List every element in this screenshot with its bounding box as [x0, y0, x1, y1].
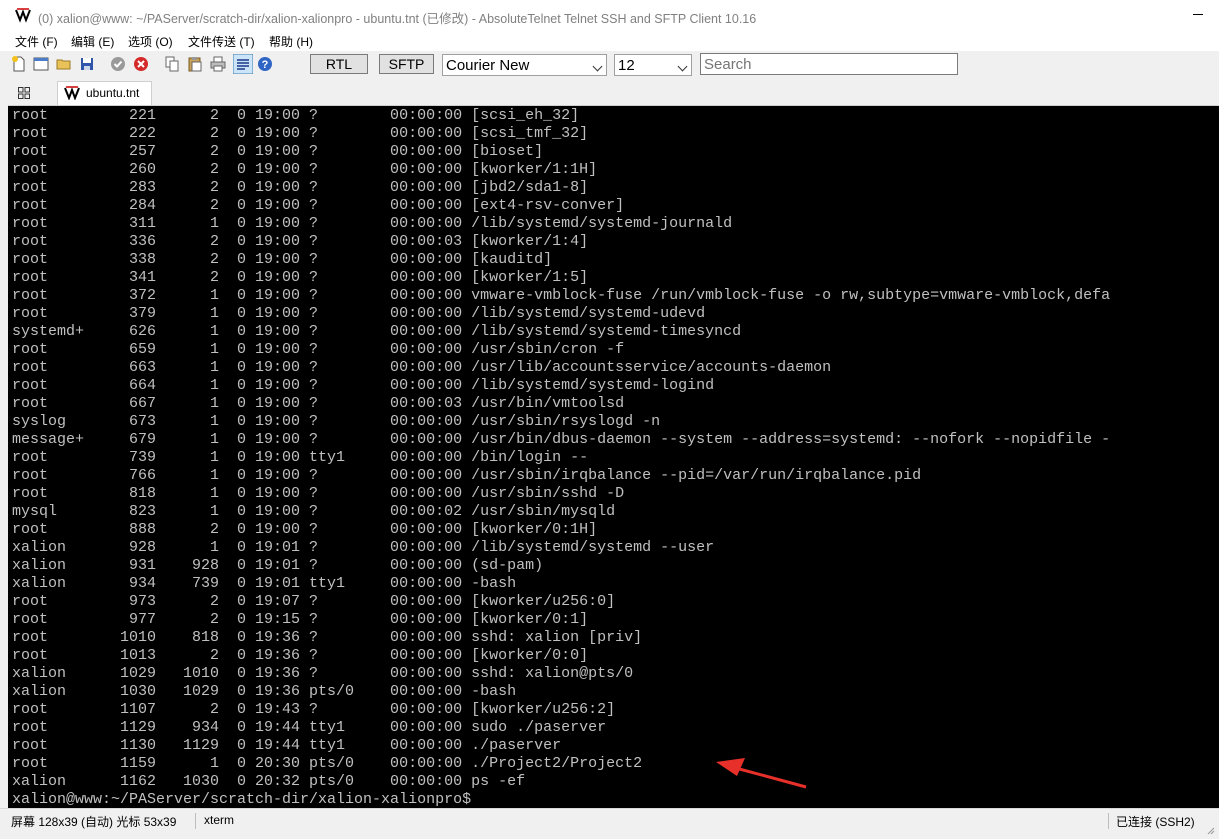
title-bar[interactable]: (0) xalion@www: ~/PAServer/scratch-dir/x… — [0, 0, 1219, 31]
terminal-line: root 336 2 0 19:00 ? 00:00:03 [kworker/1… — [12, 233, 589, 250]
terminal-line: root 379 1 0 19:00 ? 00:00:00 /lib/syste… — [12, 305, 706, 322]
resize-grip-icon[interactable] — [1205, 825, 1215, 835]
terminal-line: root 338 2 0 19:00 ? 00:00:00 [kauditd] — [12, 251, 553, 268]
menu-edit[interactable]: 编辑 (E) — [71, 33, 114, 50]
terminal-line: root 221 2 0 19:00 ? 00:00:00 [scsi_eh_3… — [12, 107, 580, 124]
terminal-line: root 1130 1129 0 19:44 tty1 00:00:00 ./p… — [12, 737, 562, 754]
menu-transfer[interactable]: 文件传送 (T) — [188, 33, 255, 50]
terminal-line: root 977 2 0 19:15 ? 00:00:00 [kworker/0… — [12, 611, 589, 628]
tab-bar: ubuntu.tnt — [0, 81, 1219, 106]
connection-status: 已连接 (SSH2) — [1116, 815, 1195, 829]
status-bar: 屏幕 128x39 (自动) 光标 53x39 xterm 已连接 (SSH2) — [0, 808, 1219, 839]
terminal-line: message+ 679 1 0 19:00 ? 00:00:00 /usr/b… — [12, 431, 1111, 448]
minimize-icon[interactable] — [1193, 14, 1203, 15]
terminal-line: xalion 1162 1030 0 20:32 pts/0 00:00:00 … — [12, 773, 526, 790]
menu-options[interactable]: 选项 (O) — [128, 33, 173, 50]
terminal-line: root 260 2 0 19:00 ? 00:00:00 [kworker/1… — [12, 161, 598, 178]
terminal-line: root 257 2 0 19:00 ? 00:00:00 [bioset] — [12, 143, 544, 160]
tab-ubuntu[interactable]: ubuntu.tnt — [57, 81, 152, 105]
terminal-line: root 372 1 0 19:00 ? 00:00:00 vmware-vmb… — [12, 287, 1111, 304]
terminal-output: root 221 2 0 19:00 ? 00:00:00 [scsi_eh_3… — [12, 107, 1110, 808]
terminal-line: xalion 1030 1029 0 19:36 pts/0 00:00:00 … — [12, 683, 517, 700]
sftp-button[interactable]: SFTP — [379, 54, 434, 74]
svg-text:?: ? — [262, 59, 269, 71]
app-logo-icon — [14, 7, 32, 23]
copy-icon[interactable] — [164, 56, 180, 72]
terminal-line: root 667 1 0 19:00 ? 00:00:03 /usr/bin/v… — [12, 395, 625, 412]
terminal-line: xalion 1029 1010 0 19:36 ? 00:00:00 sshd… — [12, 665, 634, 682]
terminal-line: root 283 2 0 19:00 ? 00:00:00 [jbd2/sda1… — [12, 179, 589, 196]
font-name-value: Courier New — [446, 57, 530, 74]
screen-info: 屏幕 128x39 (自动) 光标 53x39 — [11, 815, 177, 829]
status-divider — [1108, 813, 1109, 829]
save-icon[interactable] — [79, 56, 95, 72]
terminal-line: xalion 931 928 0 19:01 ? 00:00:00 (sd-pa… — [12, 557, 544, 574]
terminal-line: root 818 1 0 19:00 ? 00:00:00 /usr/sbin/… — [12, 485, 625, 502]
toolbar: ? RTL SFTP Courier New 12 — [0, 51, 1219, 81]
chevron-down-icon — [592, 61, 603, 72]
new-icon[interactable] — [11, 56, 27, 72]
rtl-button[interactable]: RTL — [310, 54, 368, 74]
font-name-select[interactable]: Courier New — [442, 54, 607, 76]
font-size-select[interactable]: 12 — [614, 54, 692, 76]
terminal-line: root 341 2 0 19:00 ? 00:00:00 [kworker/1… — [12, 269, 589, 286]
font-size-value: 12 — [618, 57, 635, 74]
menu-bar: 文件 (F) 编辑 (E) 选项 (O) 文件传送 (T) 帮助 (H) — [0, 31, 1219, 51]
terminal-line: xalion 934 739 0 19:01 tty1 00:00:00 -ba… — [12, 575, 517, 592]
print-icon[interactable] — [210, 56, 226, 72]
terminal-line: systemd+ 626 1 0 19:00 ? 00:00:00 /lib/s… — [12, 323, 742, 340]
left-edge — [0, 105, 8, 808]
terminal-line: root 663 1 0 19:00 ? 00:00:00 /usr/lib/a… — [12, 359, 832, 376]
terminal-line: mysql 823 1 0 19:00 ? 00:00:02 /usr/sbin… — [12, 503, 616, 520]
terminal-line: root 1013 2 0 19:36 ? 00:00:00 [kworker/… — [12, 647, 589, 664]
open-folder-icon[interactable] — [56, 56, 72, 72]
terminal-line: root 739 1 0 19:00 tty1 00:00:00 /bin/lo… — [12, 449, 589, 466]
connect-icon[interactable] — [110, 56, 126, 72]
menu-help[interactable]: 帮助 (H) — [269, 33, 313, 50]
terminal-line: xalion 928 1 0 19:01 ? 00:00:00 /lib/sys… — [12, 539, 715, 556]
terminal-type: xterm — [204, 813, 234, 827]
search-input[interactable] — [700, 53, 958, 75]
paste-icon[interactable] — [187, 56, 203, 72]
terminal-line: root 1159 1 0 20:30 pts/0 00:00:00 ./Pro… — [12, 755, 643, 772]
terminal-line: root 973 2 0 19:07 ? 00:00:00 [kworker/u… — [12, 593, 616, 610]
menu-file[interactable]: 文件 (F) — [15, 33, 58, 50]
window-title: (0) xalion@www: ~/PAServer/scratch-dir/x… — [38, 12, 757, 26]
status-divider — [195, 813, 196, 829]
terminal-line: root 1129 934 0 19:44 tty1 00:00:00 sudo… — [12, 719, 607, 736]
disconnect-icon[interactable] — [133, 56, 149, 72]
help-icon[interactable]: ? — [257, 56, 273, 72]
tab-grid-icon[interactable] — [18, 87, 30, 99]
terminal-line: root 311 1 0 19:00 ? 00:00:00 /lib/syste… — [12, 215, 733, 232]
highlight-icon[interactable] — [233, 54, 253, 74]
terminal-line: root 1107 2 0 19:43 ? 00:00:00 [kworker/… — [12, 701, 616, 718]
terminal-line: root 766 1 0 19:00 ? 00:00:00 /usr/sbin/… — [12, 467, 922, 484]
new-window-icon[interactable] — [33, 56, 49, 72]
terminal-line: root 659 1 0 19:00 ? 00:00:00 /usr/sbin/… — [12, 341, 625, 358]
terminal-line: root 284 2 0 19:00 ? 00:00:00 [ext4-rsv-… — [12, 197, 625, 214]
session-icon — [64, 86, 80, 100]
tab-label: ubuntu.tnt — [86, 86, 140, 100]
terminal-line: xalion@www:~/PAServer/scratch-dir/xalion… — [12, 791, 472, 808]
chevron-down-icon — [677, 61, 688, 72]
terminal-line: root 888 2 0 19:00 ? 00:00:00 [kworker/0… — [12, 521, 598, 538]
terminal-line: root 1010 818 0 19:36 ? 00:00:00 sshd: x… — [12, 629, 643, 646]
terminal-line: root 222 2 0 19:00 ? 00:00:00 [scsi_tmf_… — [12, 125, 589, 142]
app-window: (0) xalion@www: ~/PAServer/scratch-dir/x… — [0, 0, 1219, 839]
terminal-line: syslog 673 1 0 19:00 ? 00:00:00 /usr/sbi… — [12, 413, 661, 430]
terminal-line: root 664 1 0 19:00 ? 00:00:00 /lib/syste… — [12, 377, 715, 394]
terminal-screen[interactable]: root 221 2 0 19:00 ? 00:00:00 [scsi_eh_3… — [8, 106, 1219, 808]
